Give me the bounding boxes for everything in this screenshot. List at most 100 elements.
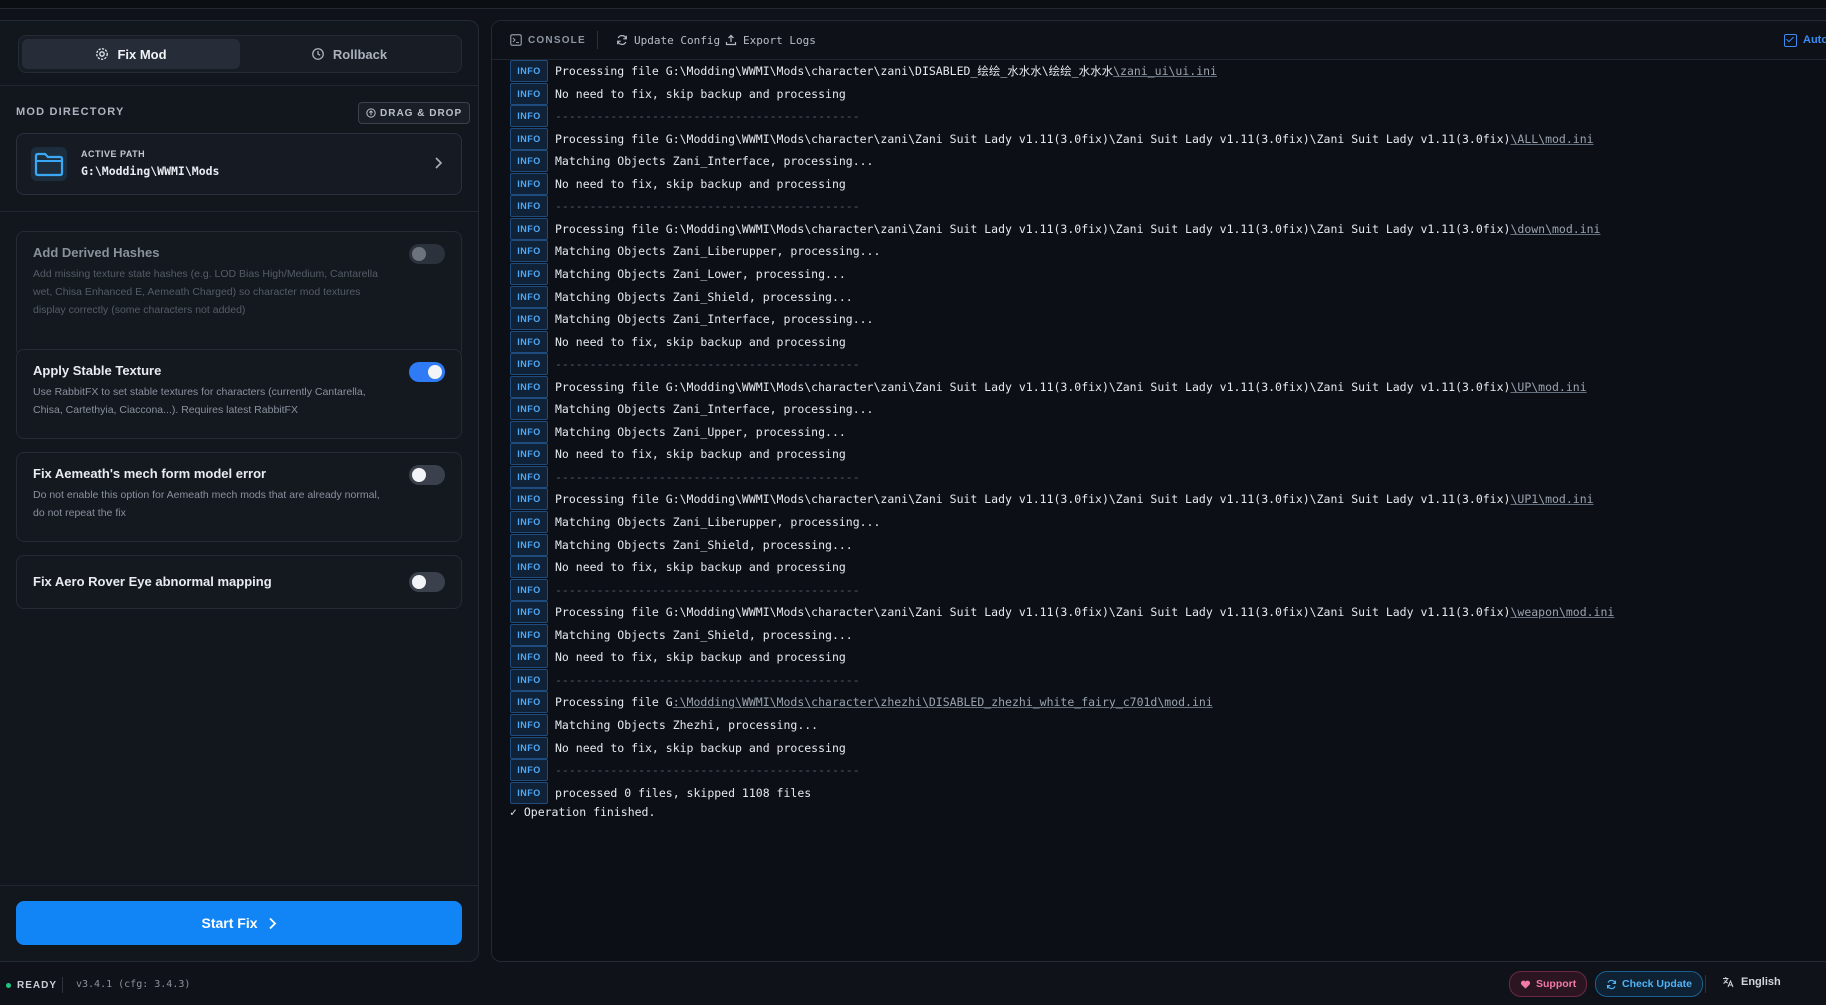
info-tag: INFO bbox=[510, 781, 548, 804]
mod-directory-title: MOD DIRECTORY bbox=[16, 106, 125, 118]
log-line: INFO Matching Objects Zani_Shield, proces… bbox=[510, 623, 853, 646]
log-line: INFO No need to fix, skip backup and proc… bbox=[510, 172, 846, 195]
option-description: Use RabbitFX to set stable textures for … bbox=[33, 386, 366, 416]
file-path-link[interactable]: \UP1\mod.ini bbox=[1510, 492, 1593, 506]
file-path-link[interactable]: \UP\mod.ini bbox=[1510, 380, 1586, 394]
info-tag: INFO bbox=[510, 759, 548, 782]
info-tag: INFO bbox=[510, 420, 548, 443]
toggle-knob bbox=[412, 468, 426, 482]
log-line: INFO ------------------------------------… bbox=[510, 105, 860, 128]
update-config-button[interactable]: Update Config bbox=[616, 21, 720, 59]
log-line: INFO Processing file G:\Modding\WWMI\Mods… bbox=[510, 601, 1614, 624]
log-message: No need to fix, skip backup and processi… bbox=[555, 447, 846, 462]
console-toolbar: CONSOLE Update Config Export Logs Auto bbox=[492, 21, 1826, 60]
info-tag: INFO bbox=[510, 262, 548, 285]
language-selector[interactable]: English bbox=[1722, 976, 1781, 988]
log-line: INFO Processing file G:\Modding\WWMI\Mods… bbox=[510, 691, 1213, 714]
log-line: INFO Matching Objects Zani_Shield, proces… bbox=[510, 285, 853, 308]
log-message: Processing file G:\Modding\WWMI\Mods\cha… bbox=[555, 492, 1511, 507]
info-tag: INFO bbox=[510, 60, 548, 82]
log-message: Matching Objects Zani_Liberupper, proces… bbox=[555, 515, 881, 529]
add-derived-hashes-toggle[interactable] bbox=[409, 244, 445, 264]
log-line: INFO Processing file G:\Modding\WWMI\Mods… bbox=[510, 217, 1600, 240]
toggle-knob bbox=[428, 365, 442, 379]
folder-icon bbox=[34, 152, 64, 177]
option-apply-stable-texture: Apply Stable Texture Use RabbitFX to set… bbox=[16, 349, 462, 439]
log-line: INFO Matching Objects Zani_Interface, pro… bbox=[510, 308, 874, 331]
log-message: ----------------------------------------… bbox=[555, 199, 860, 214]
check-update-button[interactable]: Check Update bbox=[1595, 971, 1704, 997]
check-update-label: Check Update bbox=[1622, 978, 1693, 990]
log-message: No need to fix, skip backup and processi… bbox=[555, 176, 846, 191]
file-path-link[interactable]: :\Modding\WWMI\Mods\character\zhezhi\DIS… bbox=[673, 695, 1213, 709]
info-tag: INFO bbox=[510, 488, 548, 511]
file-path-link[interactable]: \weapon\mod.ini bbox=[1510, 605, 1614, 619]
log-message: Matching Objects Zani_Upper, processing.… bbox=[555, 424, 846, 439]
log-message: Matching Objects Zani_Shield, processing… bbox=[555, 627, 853, 642]
option-description: Add missing texture state hashes (e.g. L… bbox=[33, 268, 378, 316]
tab-fix-mod[interactable]: Fix Mod bbox=[22, 39, 240, 69]
start-fix-button[interactable]: Start Fix bbox=[16, 901, 462, 945]
language-label: English bbox=[1741, 976, 1781, 988]
operation-finished-text: ✓ Operation finished. bbox=[510, 805, 656, 820]
log-message: Matching Objects Zhezhi, processing... bbox=[555, 717, 819, 732]
file-path-link[interactable]: \ALL\mod.ini bbox=[1510, 132, 1593, 146]
option-description: Do not enable this option for Aemeath me… bbox=[33, 489, 380, 519]
log-line: INFO Processing file G:\Modding\WWMI\Mods… bbox=[510, 375, 1587, 398]
toolbar-divider bbox=[597, 31, 598, 49]
log-message: Matching Objects Zani_Lower, processing.… bbox=[555, 266, 846, 281]
info-tag: INFO bbox=[510, 195, 548, 218]
log-line: INFO No need to fix, skip backup and proc… bbox=[510, 646, 846, 669]
console-label: CONSOLE bbox=[528, 34, 586, 46]
status-dot-icon bbox=[6, 983, 11, 988]
log-message: Matching Objects Zani_Interface, process… bbox=[555, 402, 874, 417]
chevron-right-icon bbox=[435, 157, 443, 169]
chevron-right-icon bbox=[268, 917, 276, 929]
fix-aero-rover-eye-toggle[interactable] bbox=[409, 572, 445, 592]
file-path-link[interactable]: \down\mod.ini bbox=[1510, 222, 1600, 236]
info-tag: INFO bbox=[510, 127, 548, 150]
file-path-link[interactable]: \zani_ui\ui.ini bbox=[1113, 64, 1217, 78]
refresh-icon bbox=[1606, 979, 1617, 989]
folder-icon-wrap bbox=[31, 147, 67, 181]
log-message: Processing file G:\Modding\WWMI\Mods\cha… bbox=[555, 379, 1511, 394]
option-title: Add Derived Hashes bbox=[33, 245, 160, 260]
log-message: Processing file G:\Modding\WWMI\Mods\cha… bbox=[555, 605, 1511, 620]
info-tag: INFO bbox=[510, 511, 548, 533]
info-tag: INFO bbox=[510, 713, 548, 736]
log-message: processed 0 files, skipped 1108 files bbox=[555, 785, 812, 800]
log-message: ----------------------------------------… bbox=[555, 357, 860, 372]
fix-aemeath-mech-toggle[interactable] bbox=[409, 465, 445, 485]
option-title: Fix Aemeath's mech form model error bbox=[33, 466, 267, 481]
info-tag: INFO bbox=[510, 623, 548, 646]
toggle-knob bbox=[412, 575, 426, 589]
tab-rollback[interactable]: Rollback bbox=[240, 39, 458, 69]
log-line: INFO ------------------------------------… bbox=[510, 668, 860, 691]
log-line: INFO ------------------------------------… bbox=[510, 759, 860, 782]
log-message: No need to fix, skip backup and processi… bbox=[555, 560, 846, 575]
log-line: INFO processed 0 files, skipped 1108 file… bbox=[510, 781, 812, 804]
active-path-card[interactable]: ACTIVE PATH G:\Modding\WWMI\Mods bbox=[16, 133, 462, 195]
console-log[interactable]: INFO Processing file G:\Modding\WWMI\Mods… bbox=[492, 59, 1826, 959]
apply-stable-texture-toggle[interactable] bbox=[409, 362, 445, 382]
info-tag: INFO bbox=[510, 398, 548, 421]
log-line: INFO No need to fix, skip backup and proc… bbox=[510, 443, 846, 466]
divider bbox=[0, 885, 478, 886]
info-tag: INFO bbox=[510, 646, 548, 669]
info-tag: INFO bbox=[510, 736, 548, 759]
log-line: INFO Processing file G:\Modding\WWMI\Mods… bbox=[510, 127, 1594, 150]
export-logs-button[interactable]: Export Logs bbox=[725, 21, 816, 59]
log-line: INFO ------------------------------------… bbox=[510, 353, 860, 376]
history-icon bbox=[312, 48, 324, 60]
log-message: ----------------------------------------… bbox=[555, 582, 860, 597]
info-tag: INFO bbox=[510, 172, 548, 195]
option-fix-aero-rover-eye: Fix Aero Rover Eye abnormal mapping bbox=[16, 555, 462, 609]
support-button[interactable]: Support bbox=[1509, 971, 1588, 997]
divider bbox=[0, 211, 478, 212]
auto-scroll-checkbox[interactable]: Auto bbox=[1784, 21, 1826, 59]
log-message: ----------------------------------------… bbox=[555, 469, 860, 484]
active-path-value: G:\Modding\WWMI\Mods bbox=[81, 164, 220, 178]
info-tag: INFO bbox=[510, 353, 548, 376]
log-line: INFO ------------------------------------… bbox=[510, 465, 860, 488]
log-line: INFO ------------------------------------… bbox=[510, 195, 860, 218]
